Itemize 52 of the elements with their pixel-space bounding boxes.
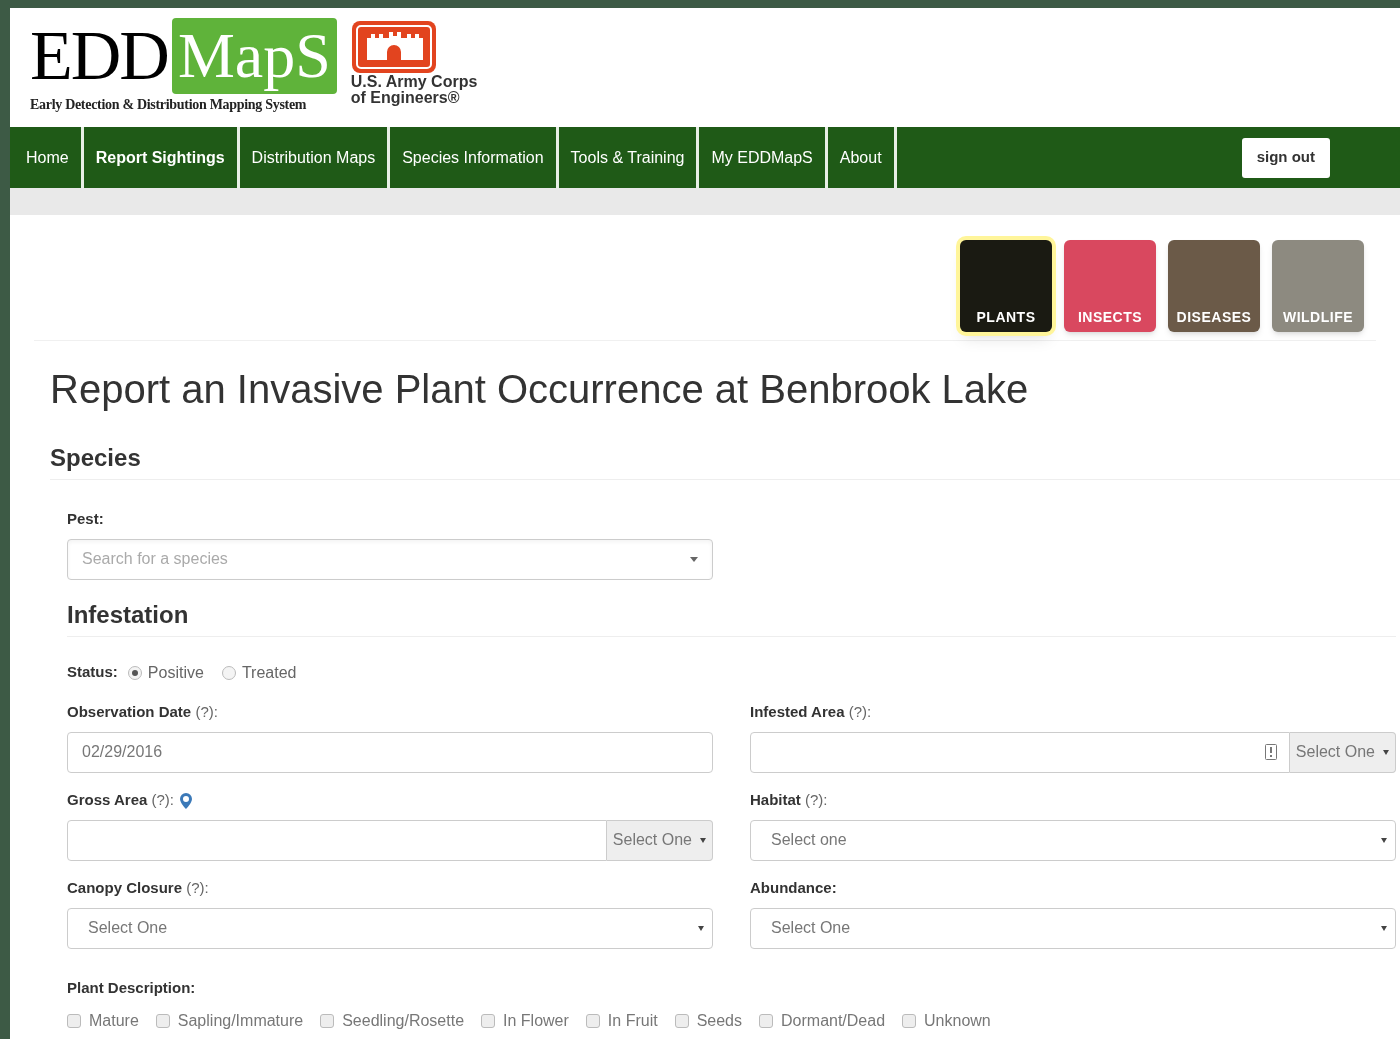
category-tile[interactable]: DISEASES xyxy=(1168,240,1260,332)
radio-button[interactable] xyxy=(127,665,142,680)
checkbox-label: Sapling/Immature xyxy=(177,1011,304,1031)
checkbox[interactable] xyxy=(759,1014,773,1028)
category-tile[interactable]: INSECTS xyxy=(1064,240,1156,332)
dropdown[interactable]: Select One xyxy=(750,907,1396,949)
section-heading: Species xyxy=(50,443,142,473)
field-label: Status: xyxy=(67,662,118,683)
field-label: Infested Area (?): xyxy=(750,702,872,723)
field-label: Canopy Closure (?): xyxy=(67,878,209,899)
date-field[interactable]: 02/29/2016 xyxy=(67,731,713,773)
partner-name: of Engineers® xyxy=(350,90,460,106)
checkbox-label: Unknown xyxy=(924,1011,991,1031)
field-label: Habitat (?): xyxy=(750,790,828,811)
partner-name: U.S. Army Corps xyxy=(350,74,478,90)
logo-text: EDD xyxy=(30,18,168,94)
checkbox-label: Seeds xyxy=(696,1011,742,1031)
logo-tagline: Early Detection & Distribution Mapping System xyxy=(30,96,308,114)
radio-label: Positive xyxy=(147,662,204,683)
logo-text: MapS xyxy=(171,18,337,94)
radio-button[interactable] xyxy=(221,665,236,680)
checkbox[interactable] xyxy=(902,1014,917,1028)
input-field[interactable] xyxy=(67,819,607,861)
checkbox-label: In Fruit xyxy=(607,1011,658,1031)
field-label: Gross Area (?): xyxy=(67,790,174,811)
sign-out-button[interactable]: sign out xyxy=(1241,137,1330,178)
field-label: Pest: xyxy=(67,509,105,529)
checkbox[interactable] xyxy=(155,1014,170,1028)
checkbox-label: Mature xyxy=(89,1011,139,1031)
checkbox[interactable] xyxy=(481,1014,496,1028)
section-heading: Infestation xyxy=(67,599,190,630)
page-title: Report an Invasive Plant Occurrence at Benbrook Lake xyxy=(50,366,1030,413)
map-pin-icon[interactable] xyxy=(180,792,192,809)
caret-icon xyxy=(690,556,698,562)
unit-dropdown[interactable]: Select One xyxy=(606,819,713,861)
dropdown[interactable]: Select one xyxy=(750,819,1396,861)
radio-label: Treated xyxy=(241,662,297,683)
dropdown[interactable]: Select One xyxy=(67,907,713,949)
checkbox-label: Seedling/Rosette xyxy=(342,1011,465,1031)
input-field[interactable] xyxy=(750,731,1290,773)
field-label: Plant Description: xyxy=(67,977,197,998)
checkbox-label: Dormant/Dead xyxy=(781,1011,886,1031)
checkbox-label: In Flower xyxy=(503,1011,569,1031)
unit-dropdown[interactable]: Select One xyxy=(1289,731,1396,773)
checkbox[interactable] xyxy=(674,1014,689,1028)
category-tile[interactable]: WILDLIFE xyxy=(1272,240,1364,332)
checkbox[interactable] xyxy=(585,1014,600,1028)
castle-logo-icon xyxy=(350,20,437,74)
field-label: Abundance: xyxy=(750,878,837,899)
checkbox[interactable] xyxy=(67,1014,81,1028)
field-label: Observation Date (?): xyxy=(67,702,218,723)
checkbox[interactable] xyxy=(320,1014,335,1028)
